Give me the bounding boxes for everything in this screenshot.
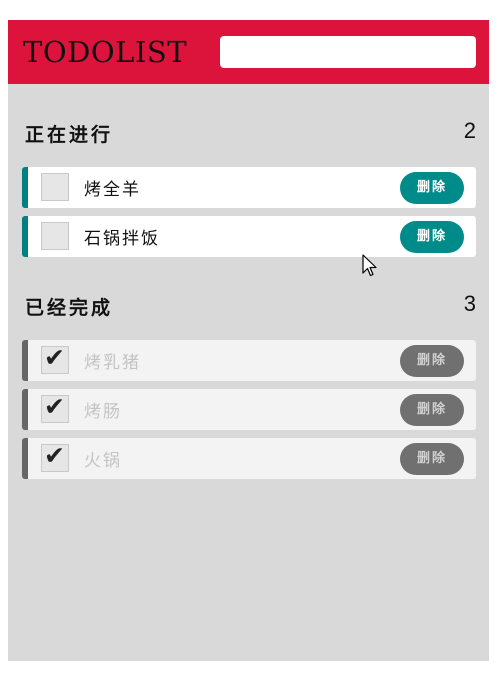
completed-list: ✔ 烤乳猪 删除 ✔ 烤肠 删除 ✔ 火锅 删除 [22, 340, 476, 487]
mouse-cursor-icon [362, 254, 377, 277]
in-progress-count: 2 [463, 118, 476, 143]
todo-item: 石锅拌饭 删除 [22, 216, 476, 257]
delete-button[interactable]: 删除 [400, 172, 464, 204]
completed-count: 3 [463, 291, 476, 316]
todo-app: TODOLIST 正在进行 2 烤全羊 删除 石锅拌饭 删除 已经完成 3 ✔ … [8, 20, 489, 661]
check-icon: ✔ [44, 343, 65, 372]
new-todo-input[interactable] [220, 36, 476, 68]
done-text[interactable]: 火锅 [84, 446, 122, 471]
delete-button[interactable]: 删除 [400, 443, 464, 475]
done-checkbox[interactable]: ✔ [41, 441, 69, 472]
in-progress-list: 烤全羊 删除 石锅拌饭 删除 [22, 167, 476, 265]
delete-button[interactable]: 删除 [400, 394, 464, 426]
app-title: TODOLIST [23, 35, 188, 69]
todo-checkbox[interactable] [41, 222, 69, 250]
todo-checkbox[interactable] [41, 173, 69, 201]
check-icon: ✔ [44, 441, 65, 470]
in-progress-header: 正在进行 2 [25, 118, 476, 150]
done-item: ✔ 火锅 删除 [22, 438, 476, 479]
todo-text[interactable]: 石锅拌饭 [84, 224, 160, 249]
done-item: ✔ 烤肠 删除 [22, 389, 476, 430]
done-item: ✔ 烤乳猪 删除 [22, 340, 476, 381]
done-checkbox[interactable]: ✔ [41, 343, 69, 374]
completed-header: 已经完成 3 [25, 291, 476, 323]
done-checkbox[interactable]: ✔ [41, 392, 69, 423]
todo-item: 烤全羊 删除 [22, 167, 476, 208]
completed-title: 已经完成 [25, 297, 114, 319]
done-text[interactable]: 烤肠 [84, 397, 122, 422]
delete-button[interactable]: 删除 [400, 221, 464, 253]
check-icon: ✔ [44, 392, 65, 421]
done-text[interactable]: 烤乳猪 [84, 348, 141, 373]
header-bar: TODOLIST [8, 20, 489, 84]
delete-button[interactable]: 删除 [400, 345, 464, 377]
in-progress-title: 正在进行 [25, 124, 114, 146]
todo-text[interactable]: 烤全羊 [84, 175, 141, 200]
